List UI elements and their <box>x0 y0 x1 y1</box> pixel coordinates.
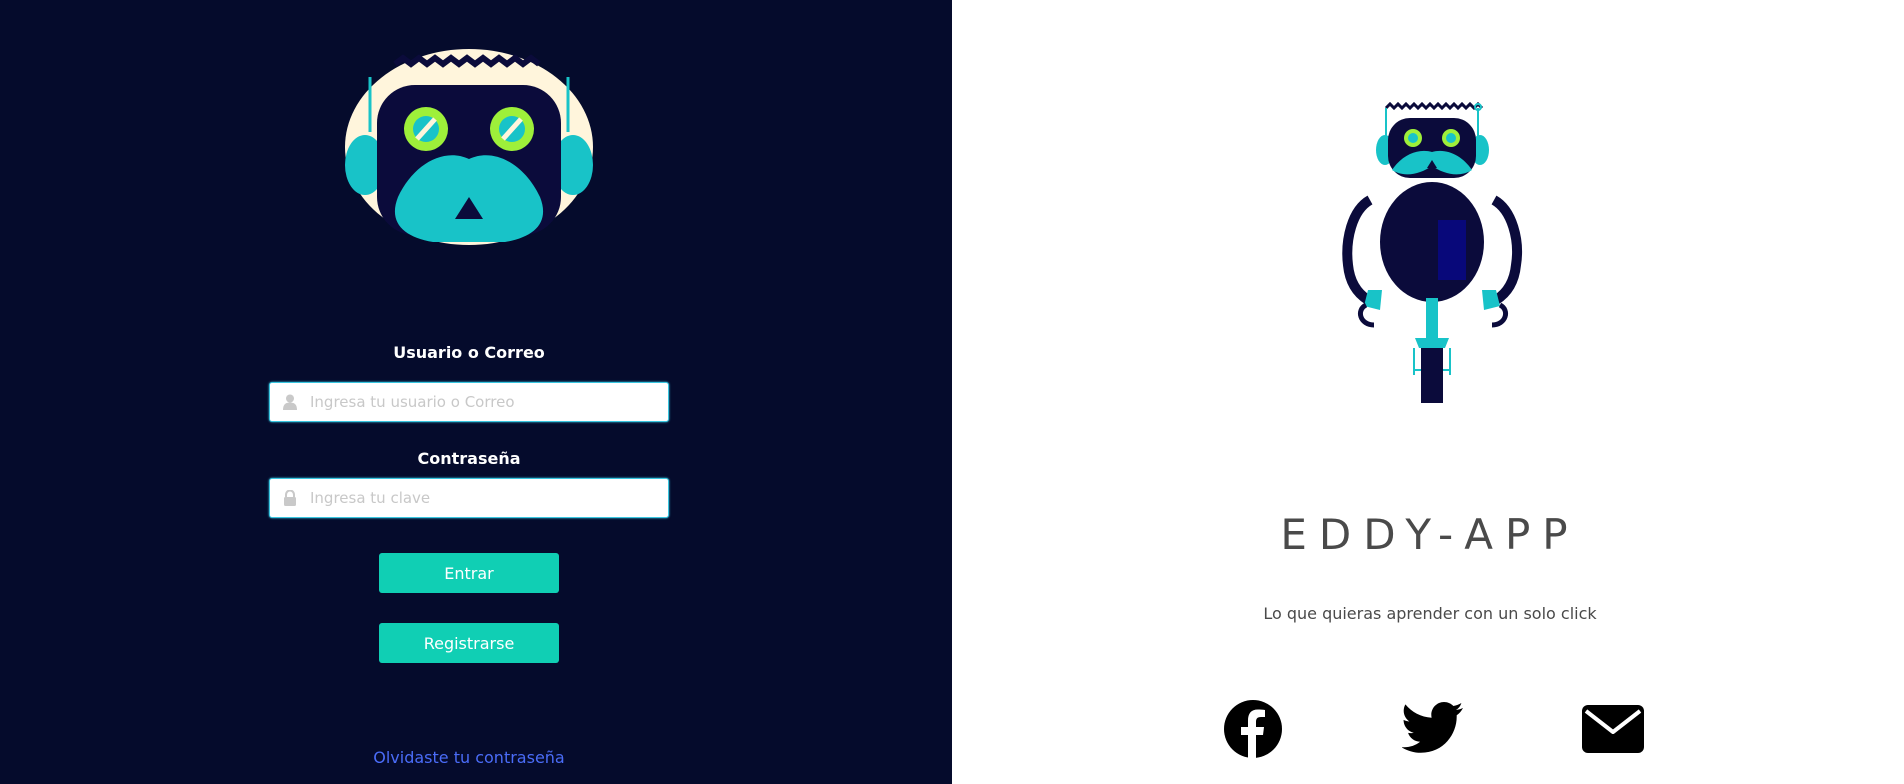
password-input[interactable] <box>310 489 650 507</box>
user-icon <box>282 394 298 410</box>
user-input[interactable] <box>310 393 650 411</box>
login-page: Usuario o Correo Contraseña Entrar Regis… <box>0 0 1904 784</box>
brand-title: EDDY-APP <box>1280 510 1580 559</box>
brand-tagline: Lo que quieras aprender con un solo clic… <box>1263 604 1597 623</box>
robot-body-icon <box>1342 101 1522 403</box>
robot-face-logo <box>343 47 595 247</box>
register-button[interactable]: Registrarse <box>379 623 559 663</box>
mail-icon[interactable] <box>1582 698 1644 760</box>
password-label: Contraseña <box>417 449 521 468</box>
facebook-icon[interactable] <box>1222 698 1284 760</box>
enter-button[interactable]: Entrar <box>379 553 559 593</box>
user-label: Usuario o Correo <box>393 343 545 362</box>
robot-face-icon <box>345 49 593 245</box>
password-input-box[interactable] <box>269 478 669 518</box>
forgot-password-link[interactable]: Olvidaste tu contraseña <box>269 748 669 767</box>
robot-illustration <box>1330 100 1540 410</box>
lock-icon <box>282 490 298 506</box>
user-input-box[interactable] <box>269 382 669 422</box>
twitter-icon[interactable] <box>1402 698 1464 760</box>
